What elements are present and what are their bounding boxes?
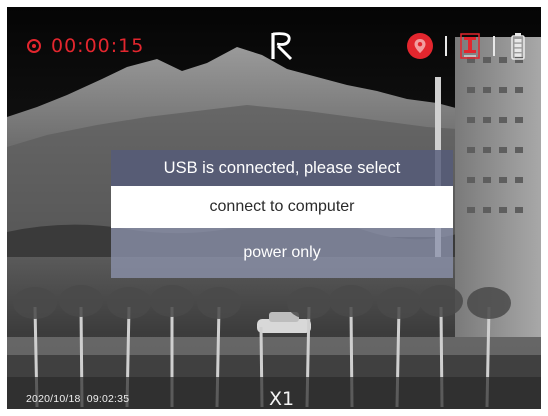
status-divider <box>445 36 447 56</box>
usb-connection-dialog: USB is connected, please select connect … <box>111 150 453 278</box>
connect-to-computer-option[interactable]: connect to computer <box>111 186 453 228</box>
status-icons <box>407 31 529 61</box>
record-dot-icon <box>27 39 41 53</box>
recording-time: 00:00:15 <box>51 35 145 57</box>
recording-indicator: 00:00:15 <box>27 35 144 57</box>
status-divider <box>493 36 495 56</box>
location-pin-icon[interactable] <box>407 33 433 59</box>
dialog-title: USB is connected, please select <box>111 150 453 186</box>
brand-logo-icon <box>271 32 293 61</box>
battery-icon <box>511 33 525 60</box>
thermal-sensor-icon[interactable] <box>459 32 481 60</box>
thermal-viewfinder: 00:00:15 USB is connected, please select… <box>7 7 541 409</box>
date-time-stamp: 2020/10/18 09:02:35 <box>26 393 130 405</box>
power-only-option[interactable]: power only <box>111 228 453 278</box>
zoom-level: X1 <box>269 388 295 409</box>
device-frame: 00:00:15 USB is connected, please select… <box>0 0 548 416</box>
